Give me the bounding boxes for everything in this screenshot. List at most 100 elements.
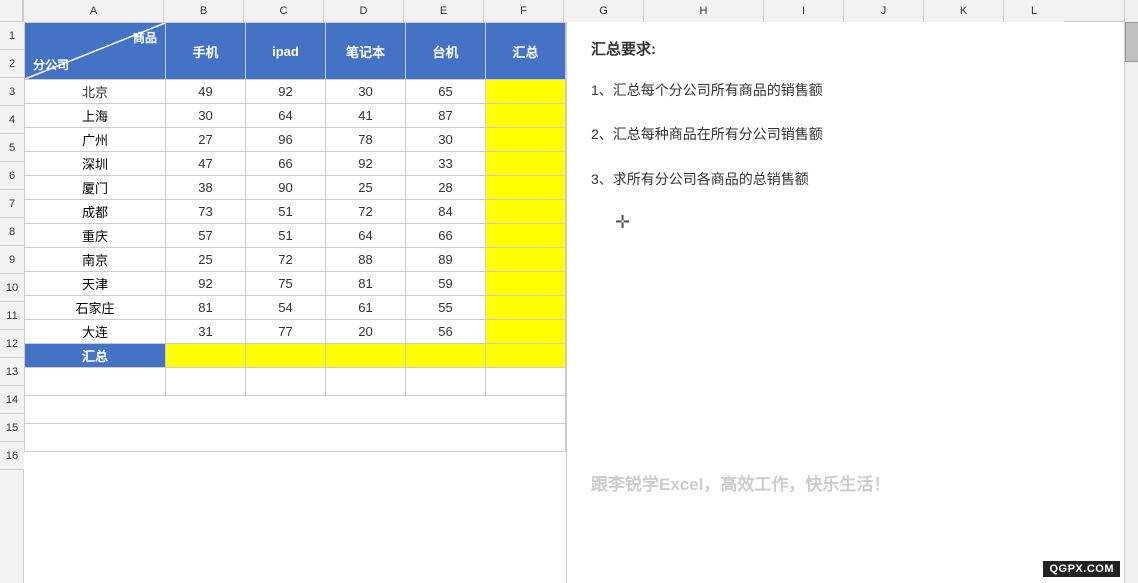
cell-a5[interactable]: 深圳 [25, 152, 166, 176]
col-header-d[interactable]: D [324, 0, 404, 22]
cell-d4[interactable]: 78 [326, 128, 406, 152]
cell-f8[interactable] [486, 224, 566, 248]
cell-b2[interactable]: 49 [166, 80, 246, 104]
cell-c6[interactable]: 90 [246, 176, 326, 200]
cell-a13[interactable]: 汇总 [25, 344, 166, 368]
cell-a8[interactable]: 重庆 [25, 224, 166, 248]
data-row-dalian[interactable]: 大连 31 77 20 56 [25, 320, 566, 344]
cell-e12[interactable]: 56 [406, 320, 486, 344]
cell-d3[interactable]: 41 [326, 104, 406, 128]
cell-d12[interactable]: 20 [326, 320, 406, 344]
cell-c10[interactable]: 75 [246, 272, 326, 296]
cell-e6[interactable]: 28 [406, 176, 486, 200]
cell-c13[interactable] [246, 344, 326, 368]
data-row-chongqing[interactable]: 重庆 57 51 64 66 [25, 224, 566, 248]
cell-d9[interactable]: 88 [326, 248, 406, 272]
cell-f7[interactable] [486, 200, 566, 224]
cell-f10[interactable] [486, 272, 566, 296]
cell-a11[interactable]: 石家庄 [25, 296, 166, 320]
cell-e13[interactable] [406, 344, 486, 368]
col-header-f[interactable]: F [484, 0, 564, 22]
cell-d8[interactable]: 64 [326, 224, 406, 248]
cell-d10[interactable]: 81 [326, 272, 406, 296]
cell-b7[interactable]: 73 [166, 200, 246, 224]
row-header-12: 12 [0, 330, 24, 358]
cell-f11[interactable] [486, 296, 566, 320]
col-header-h[interactable]: H [644, 0, 764, 22]
data-row-shanghai[interactable]: 上海 30 64 41 87 [25, 104, 566, 128]
cell-e3[interactable]: 87 [406, 104, 486, 128]
cell-e4[interactable]: 30 [406, 128, 486, 152]
cell-b8[interactable]: 57 [166, 224, 246, 248]
cell-e5[interactable]: 33 [406, 152, 486, 176]
data-row-beijing[interactable]: 北京 49 92 30 65 [25, 80, 566, 104]
cell-f2[interactable] [486, 80, 566, 104]
data-row-shenzhen[interactable]: 深圳 47 66 92 33 [25, 152, 566, 176]
cell-b12[interactable]: 31 [166, 320, 246, 344]
col-header-g[interactable]: G [564, 0, 644, 22]
cell-a6[interactable]: 厦门 [25, 176, 166, 200]
col-header-e[interactable]: E [404, 0, 484, 22]
cell-b13[interactable] [166, 344, 246, 368]
cell-e8[interactable]: 66 [406, 224, 486, 248]
cell-f12[interactable] [486, 320, 566, 344]
cell-b9[interactable]: 25 [166, 248, 246, 272]
cell-e9[interactable]: 89 [406, 248, 486, 272]
cell-f4[interactable] [486, 128, 566, 152]
cell-c11[interactable]: 54 [246, 296, 326, 320]
cell-c7[interactable]: 51 [246, 200, 326, 224]
cell-f9[interactable] [486, 248, 566, 272]
cell-a7[interactable]: 成都 [25, 200, 166, 224]
cell-c2[interactable]: 92 [246, 80, 326, 104]
cell-b5[interactable]: 47 [166, 152, 246, 176]
data-row-guangzhou[interactable]: 广州 27 96 78 30 [25, 128, 566, 152]
cell-b11[interactable]: 81 [166, 296, 246, 320]
cell-d7[interactable]: 72 [326, 200, 406, 224]
col-header-k[interactable]: K [924, 0, 1004, 22]
cell-c8[interactable]: 51 [246, 224, 326, 248]
vertical-scrollbar[interactable] [1124, 0, 1138, 583]
cell-f6[interactable] [486, 176, 566, 200]
col-header-c[interactable]: C [244, 0, 324, 22]
col-header-b[interactable]: B [164, 0, 244, 22]
cell-b6[interactable]: 38 [166, 176, 246, 200]
col-header-a[interactable]: A [24, 0, 164, 22]
cell-f3[interactable] [486, 104, 566, 128]
data-row-tianjin[interactable]: 天津 92 75 81 59 [25, 272, 566, 296]
data-row-xiamen[interactable]: 厦门 38 90 25 28 [25, 176, 566, 200]
summary-row[interactable]: 汇总 [25, 344, 566, 368]
cell-d11[interactable]: 61 [326, 296, 406, 320]
cell-b3[interactable]: 30 [166, 104, 246, 128]
requirement-2: 2、汇总每种商品在所有分公司销售额 [591, 123, 1100, 145]
cell-a4[interactable]: 广州 [25, 128, 166, 152]
cell-d13[interactable] [326, 344, 406, 368]
data-row-shijiazhuang[interactable]: 石家庄 81 54 61 55 [25, 296, 566, 320]
cell-d5[interactable]: 92 [326, 152, 406, 176]
cell-b10[interactable]: 92 [166, 272, 246, 296]
cell-f13[interactable] [486, 344, 566, 368]
cell-c3[interactable]: 64 [246, 104, 326, 128]
cell-c5[interactable]: 66 [246, 152, 326, 176]
cell-a9[interactable]: 南京 [25, 248, 166, 272]
col-header-i[interactable]: I [764, 0, 844, 22]
data-row-nanjing[interactable]: 南京 25 72 88 89 [25, 248, 566, 272]
cell-d2[interactable]: 30 [326, 80, 406, 104]
cell-e10[interactable]: 59 [406, 272, 486, 296]
col-header-l[interactable]: L [1004, 0, 1064, 22]
data-row-chengdu[interactable]: 成都 73 51 72 84 [25, 200, 566, 224]
cell-c9[interactable]: 72 [246, 248, 326, 272]
cell-f5[interactable] [486, 152, 566, 176]
cell-a3[interactable]: 上海 [25, 104, 166, 128]
cell-e11[interactable]: 55 [406, 296, 486, 320]
cell-d6[interactable]: 25 [326, 176, 406, 200]
cell-a10[interactable]: 天津 [25, 272, 166, 296]
row-header-9: 9 [0, 246, 24, 274]
cell-c12[interactable]: 77 [246, 320, 326, 344]
cell-e2[interactable]: 65 [406, 80, 486, 104]
cell-b4[interactable]: 27 [166, 128, 246, 152]
cell-c4[interactable]: 96 [246, 128, 326, 152]
col-header-j[interactable]: J [844, 0, 924, 22]
cell-e7[interactable]: 84 [406, 200, 486, 224]
cell-a12[interactable]: 大连 [25, 320, 166, 344]
cell-a2[interactable]: 北京 [25, 80, 166, 104]
